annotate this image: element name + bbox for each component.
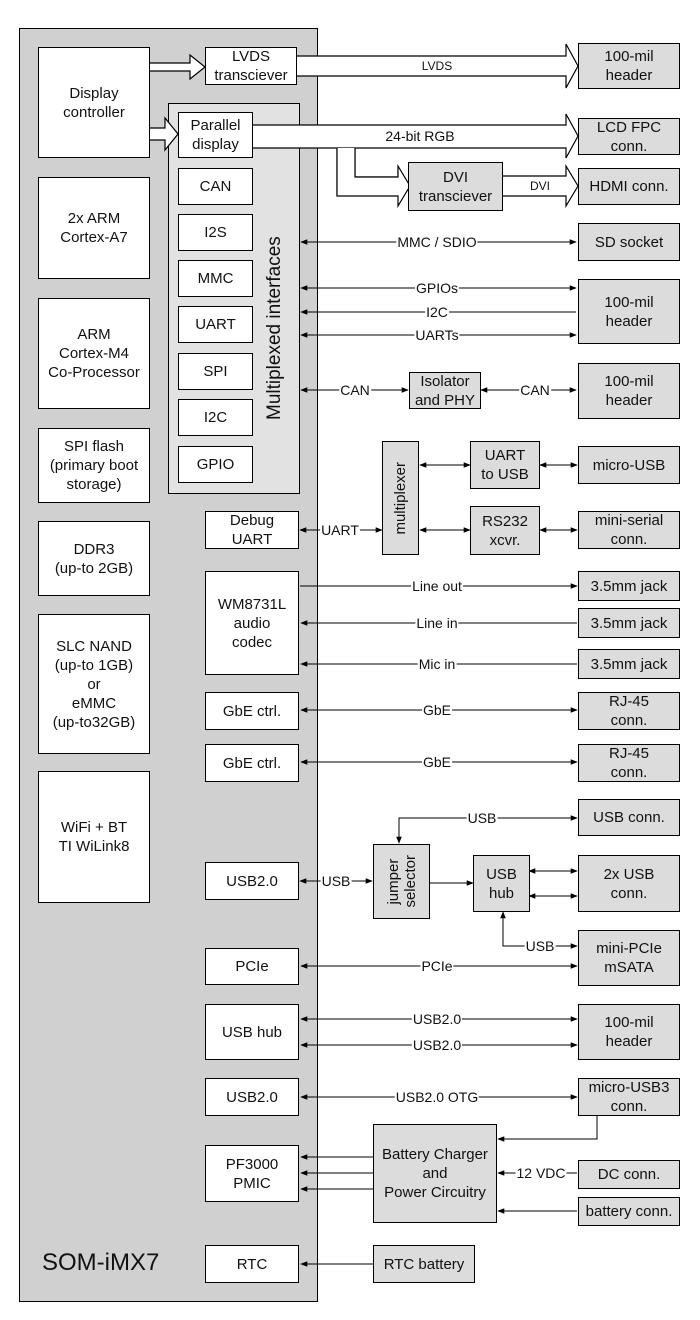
arm-cortex-a7-block: 2x ARM Cortex-A7 [38, 177, 150, 279]
signal-can1-label: CAN [339, 382, 371, 398]
signal-gbe1-label: GbE [421, 702, 453, 718]
signal-pcie-label: PCIe [420, 958, 454, 974]
usb-header-connector: 100-mil header [578, 1004, 680, 1060]
jack-mic-in-connector: 3.5mm jack [578, 649, 680, 679]
can-block: CAN [178, 168, 253, 205]
multiplexer-label: multiplexer [392, 461, 409, 535]
signal-uart-label: UART [320, 522, 360, 538]
signal-usb-minipcie-label: USB [524, 938, 556, 954]
rj45-2-connector: RJ-45 conn. [578, 744, 680, 782]
wifi-bt-block: WiFi + BT TI WiLink8 [38, 771, 150, 903]
battery-charger-block: Battery Charger and Power Circuitry [373, 1124, 497, 1223]
sd-socket-connector: SD socket [578, 223, 680, 261]
parallel-display-block: Parallel display [178, 112, 253, 158]
signal-mmc-sdio-label: MMC / SDIO [396, 234, 478, 250]
gpio-block: GPIO [178, 446, 253, 483]
signal-gpios-label: GPIOs [414, 280, 460, 296]
lvds-transceiver-block: LVDS transciever [205, 47, 297, 85]
signal-can2-label: CAN [519, 382, 551, 398]
gbe-ctrl-2-block: GbE ctrl. [205, 744, 299, 782]
lcd-fpc-connector: LCD FPC conn. [578, 118, 680, 155]
multiplexed-interfaces-label: Multiplexed interfaces [264, 236, 285, 420]
signal-usb-top-label: USB [466, 810, 498, 826]
signal-i2c-label: I2C [425, 304, 449, 320]
dual-usb-connector: 2x USB conn. [578, 855, 680, 912]
rs232-xcvr-block: RS232 xcvr. [470, 506, 540, 555]
micro-usb3-connector: micro-USB3 conn. [578, 1078, 680, 1116]
mmc-block: MMC [178, 260, 253, 297]
ddr3-block: DDR3 (up-to 2GB) [38, 521, 150, 596]
jumper-selector-block: jumper selector [373, 844, 430, 919]
debug-uart-block: Debug UART [205, 511, 299, 549]
signal-usb-left-label: USB [320, 873, 352, 889]
battery-connector: battery conn. [578, 1197, 680, 1226]
usb-connector: USB conn. [578, 799, 680, 836]
pcie-block: PCIe [205, 948, 299, 985]
audio-codec-block: WM8731L audio codec [205, 571, 299, 675]
spi-flash-block: SPI flash (primary boot storage) [38, 428, 150, 503]
usb20-otg-block: USB2.0 [205, 1078, 299, 1116]
jack-line-out-connector: 3.5mm jack [578, 571, 680, 601]
mini-pcie-msata-connector: mini-PCIe mSATA [578, 930, 680, 986]
isolator-phy-block: Isolator and PHY [409, 372, 481, 409]
micro-usb-connector: micro-USB [578, 446, 680, 484]
rtc-battery-block: RTC battery [373, 1245, 475, 1283]
signal-lvds-label: LVDS [421, 59, 453, 73]
usb-hub-external-block: USB hub [473, 855, 530, 912]
i2s-block: I2S [178, 214, 253, 251]
arrow-rgb-dvi [336, 148, 411, 209]
arrow-dc-parallel [150, 116, 179, 152]
signal-rgb-label: 24-bit RGB [385, 128, 455, 144]
multiplexer-block: multiplexer [382, 441, 419, 555]
mini-serial-connector: mini-serial conn. [578, 511, 680, 549]
lvds-header-connector: 100-mil header [578, 43, 680, 89]
rj45-1-connector: RJ-45 conn. [578, 692, 680, 730]
signal-dvi-label: DVI [529, 179, 551, 193]
signal-uarts-label: UARTs [414, 327, 460, 343]
can-header-connector: 100-mil header [578, 363, 680, 419]
dvi-transceiver-block: DVI transciever [408, 162, 503, 211]
display-controller-block: Display controller [38, 47, 150, 158]
rtc-block: RTC [205, 1245, 299, 1283]
arm-cortex-m4-block: ARM Cortex-M4 Co-Processor [38, 298, 150, 409]
signal-usb20-1-label: USB2.0 [411, 1011, 463, 1027]
pmic-block: PF3000 PMIC [205, 1145, 299, 1202]
jumper-selector-label: jumper selector [384, 855, 419, 908]
uart-block: UART [178, 306, 253, 343]
spi-block: SPI [178, 353, 253, 390]
uart-to-usb-block: UART to USB [470, 441, 540, 489]
usb-hub-internal-block: USB hub [205, 1004, 299, 1060]
i2c-block: I2C [178, 399, 253, 436]
signal-usb20-2-label: USB2.0 [411, 1037, 463, 1053]
hdmi-connector: HDMI conn. [578, 168, 680, 205]
signal-gbe2-label: GbE [421, 754, 453, 770]
usb20-block: USB2.0 [205, 862, 299, 900]
signal-12vdc-label: 12 VDC [515, 1165, 567, 1181]
signal-mic-in-label: Mic in [417, 656, 457, 672]
jack-line-in-connector: 3.5mm jack [578, 608, 680, 638]
dc-connector: DC conn. [578, 1160, 680, 1189]
nand-emmc-block: SLC NAND (up-to 1GB) or eMMC (up-to32GB) [38, 614, 150, 754]
signal-line-in-label: Line in [415, 615, 459, 631]
signal-line-out-label: Line out [411, 578, 463, 594]
gbe-ctrl-1-block: GbE ctrl. [205, 692, 299, 730]
signal-otg-label: USB2.0 OTG [394, 1089, 480, 1105]
som-title: SOM-iMX7 [42, 1249, 160, 1276]
arrow-dc-lvds [150, 53, 206, 81]
gpio-header-connector: 100-mil header [578, 279, 680, 344]
